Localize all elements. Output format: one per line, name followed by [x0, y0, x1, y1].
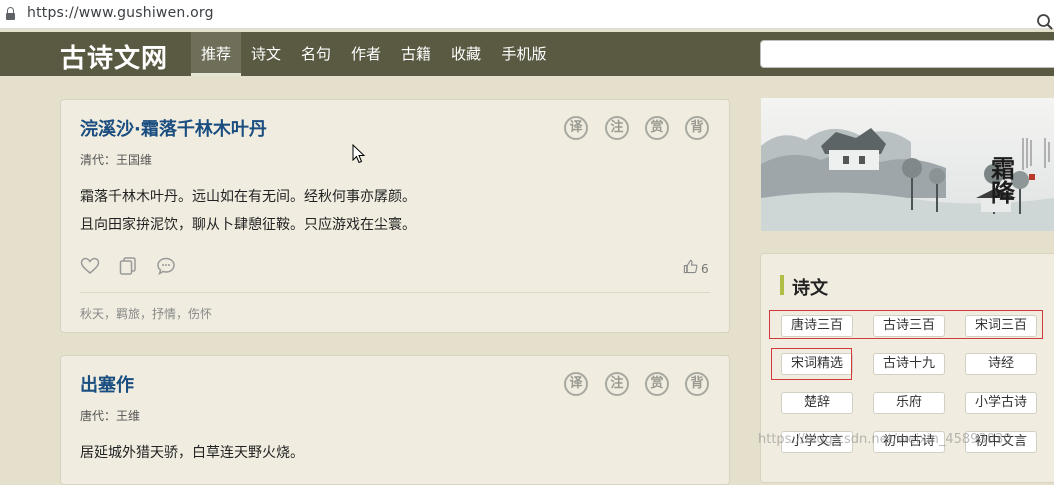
poem-card [60, 355, 730, 485]
comment-icon[interactable] [156, 256, 176, 276]
recite-button[interactable]: 背 [685, 116, 709, 140]
nav-item-favorites[interactable]: 收藏 [445, 32, 487, 76]
recite-button[interactable]: 背 [685, 372, 709, 396]
search-input[interactable] [760, 40, 1054, 68]
poem-title[interactable]: 出塞作 [80, 371, 134, 397]
tag-shijing[interactable]: 诗经 [965, 353, 1037, 375]
site-logo[interactable]: 古诗文网 [60, 38, 168, 75]
tag-gushi-19[interactable]: 古诗十九 [873, 353, 945, 375]
watermark: https://blog.csdn.net/weixin_45893030 [758, 432, 1012, 447]
poem-line: 且向田家拚泥饮，聊从卜肆憩征鞍。只应游戏在尘寰。 [80, 217, 416, 233]
site-nav: 古诗文网 推荐 诗文 名句 作者 古籍 收藏 手机版 [0, 32, 1054, 76]
poem-tags[interactable]: 秋天，羁旅，抒情，伤怀 [80, 305, 212, 322]
nav-item-poems[interactable]: 诗文 [245, 32, 287, 76]
annotate-button[interactable]: 注 [605, 372, 629, 396]
nav-item-mobile[interactable]: 手机版 [496, 32, 552, 76]
poem-author[interactable]: 唐代：王维 [80, 407, 140, 424]
lock-icon [6, 7, 15, 20]
url-text: https://www.gushiwen.org [27, 5, 214, 21]
translate-button[interactable]: 译 [564, 372, 588, 396]
banner-calligraphy: 霜降 [987, 156, 1016, 204]
nav-item-recommend[interactable]: 推荐 [191, 32, 241, 76]
sidebar-section-title: 诗文 [792, 278, 828, 299]
appreciate-button[interactable]: 赏 [645, 372, 669, 396]
like-count: 6 [701, 262, 709, 276]
solar-term-banner[interactable]: 霜降 [761, 98, 1054, 231]
nav-item-quotes[interactable]: 名句 [295, 32, 337, 76]
poem-line: 霜落千林木叶丹。远山如在有无间。经秋何事亦孱颜。 [80, 189, 416, 205]
nav-item-classics[interactable]: 古籍 [395, 32, 437, 76]
browser-url-bar[interactable]: https://www.gushiwen.org [0, 0, 1054, 29]
thumbs-up-icon[interactable] [683, 259, 698, 274]
divider [80, 292, 710, 293]
highlight-box [771, 348, 852, 380]
search-icon[interactable] [1036, 13, 1054, 31]
poem-line: 居延城外猎天骄，白草连天野火烧。 [80, 445, 304, 461]
nav-item-authors[interactable]: 作者 [345, 32, 387, 76]
poem-author[interactable]: 清代：王国维 [80, 151, 152, 168]
tag-primary-poems[interactable]: 小学古诗 [965, 392, 1037, 414]
heart-icon[interactable] [80, 256, 100, 276]
copy-icon[interactable] [118, 256, 138, 276]
translate-button[interactable]: 译 [564, 116, 588, 140]
section-accent-bar [780, 275, 784, 295]
mouse-cursor-icon [352, 144, 366, 164]
tag-yuefu[interactable]: 乐府 [873, 392, 945, 414]
tag-chuci[interactable]: 楚辞 [781, 392, 853, 414]
poem-title[interactable]: 浣溪沙·霜落千林木叶丹 [80, 115, 267, 141]
highlight-box [769, 310, 1043, 339]
appreciate-button[interactable]: 赏 [645, 116, 669, 140]
annotate-button[interactable]: 注 [605, 116, 629, 140]
